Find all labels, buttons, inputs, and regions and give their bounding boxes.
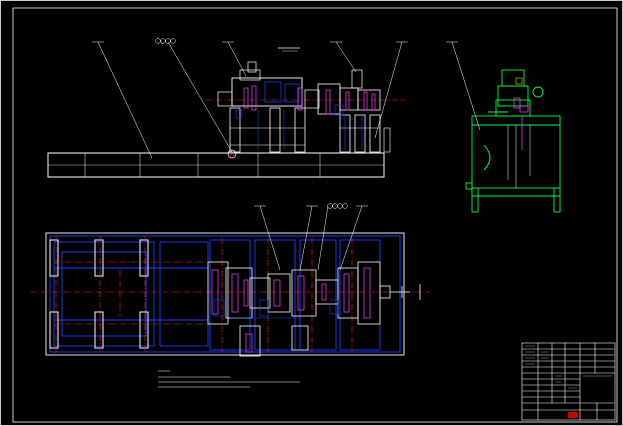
balloon-group-top bbox=[155, 38, 176, 44]
title-block bbox=[521, 342, 616, 421]
plan-view bbox=[30, 203, 430, 357]
clamp-ring bbox=[227, 149, 237, 159]
pressure-gauge bbox=[532, 86, 544, 98]
drawing-border-outer bbox=[0, 0, 623, 426]
drawing-border-inner bbox=[12, 7, 618, 423]
red-stamp bbox=[568, 412, 578, 418]
front-elevation-view bbox=[47, 61, 405, 178]
technical-notes bbox=[158, 370, 300, 388]
balloon-group-bottom bbox=[327, 203, 348, 209]
hydraulic-station-view bbox=[465, 69, 561, 213]
view-label bbox=[278, 47, 300, 52]
cad-drawing bbox=[0, 0, 623, 426]
